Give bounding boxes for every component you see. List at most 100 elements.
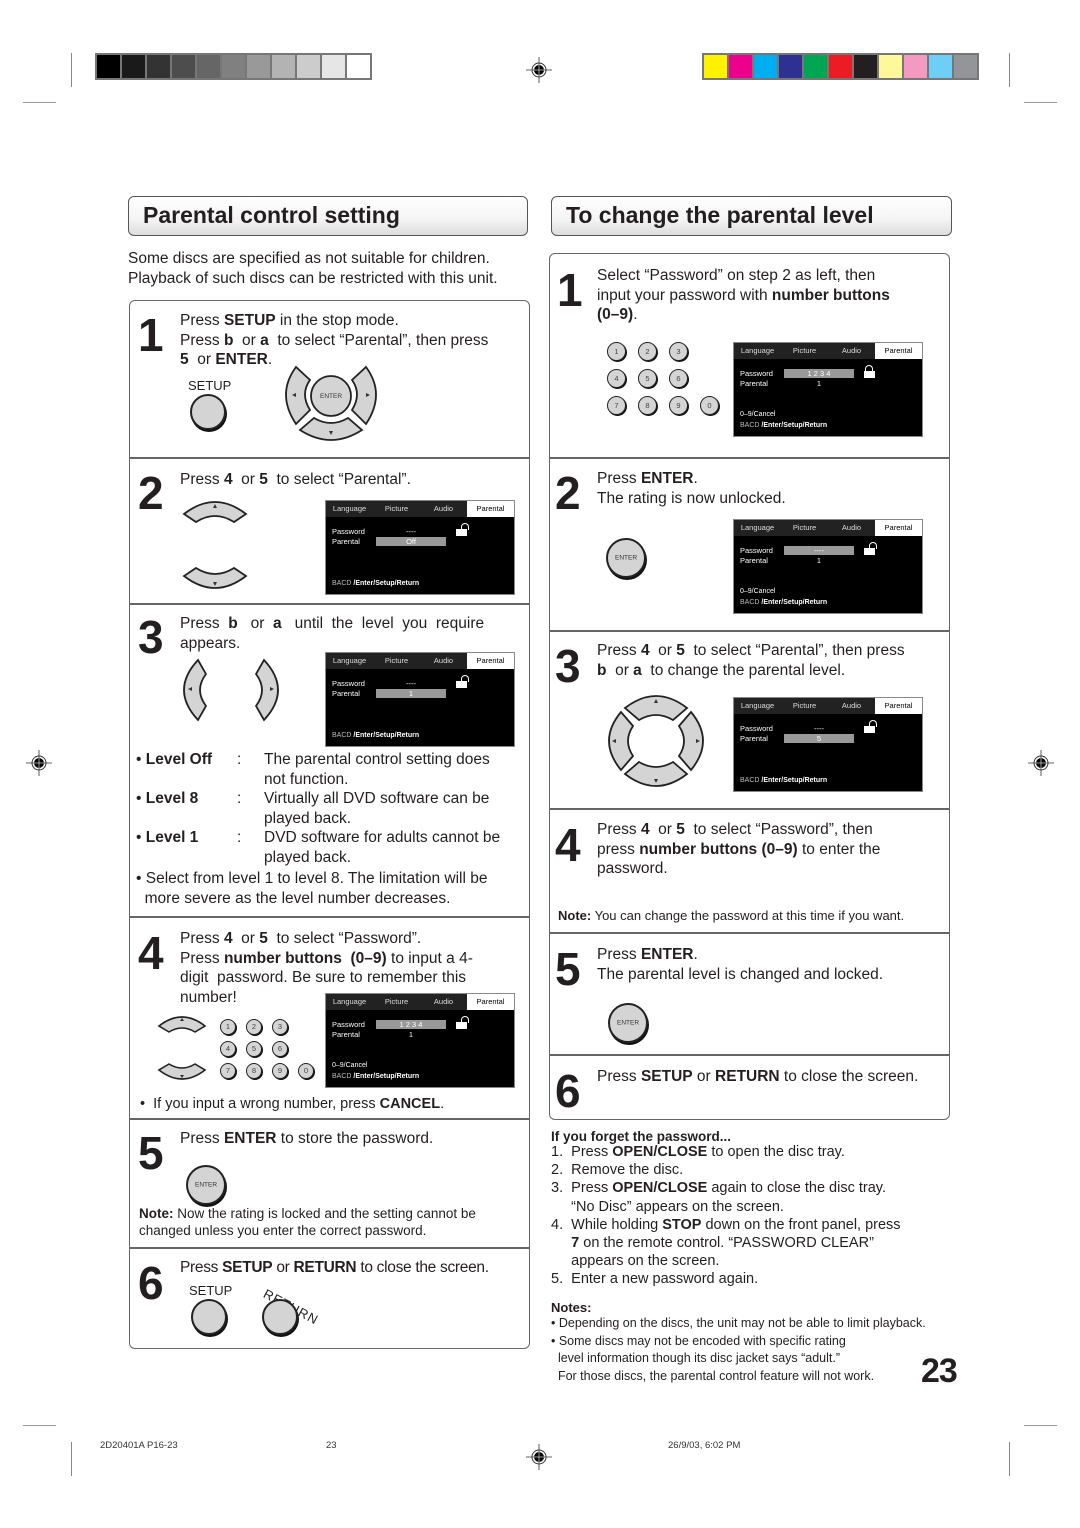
up-button[interactable] bbox=[180, 492, 250, 524]
number-button-9[interactable]: 9 bbox=[272, 1063, 288, 1079]
crop-mark bbox=[23, 102, 56, 103]
color-swatch bbox=[322, 55, 345, 78]
lock-closed-icon bbox=[864, 365, 875, 378]
setup-button[interactable] bbox=[191, 1299, 227, 1335]
osd-tab-parental: Parental bbox=[875, 343, 922, 359]
number-button-5[interactable]: 5 bbox=[638, 369, 657, 388]
color-swatch bbox=[247, 55, 270, 78]
dpad-down-button bbox=[298, 416, 364, 441]
level-desc: Virtually all DVD software can be played … bbox=[264, 790, 490, 827]
number-button-2[interactable]: 2 bbox=[638, 342, 657, 361]
forget-step: appears on the screen. bbox=[551, 1253, 720, 1270]
osd-tab-language: Language bbox=[332, 656, 367, 665]
number-button-0[interactable]: 0 bbox=[700, 396, 719, 415]
section-header-parental-control: Parental control setting bbox=[128, 196, 528, 236]
up-button[interactable] bbox=[157, 1010, 207, 1034]
cancel-note: • If you input a wrong number, press CAN… bbox=[140, 1096, 445, 1112]
registration-mark-icon bbox=[526, 1444, 552, 1470]
lock-open-icon bbox=[456, 1016, 469, 1029]
color-swatch bbox=[347, 55, 370, 78]
color-swatch bbox=[172, 55, 195, 78]
step-1-instructions: Press SETUP in the stop mode. Press b or … bbox=[180, 312, 489, 368]
osd-password-label: Password bbox=[740, 724, 773, 733]
osd-parental-value: 5 bbox=[784, 734, 854, 743]
osd-tab-picture: Picture bbox=[792, 701, 817, 710]
number-button-3[interactable]: 3 bbox=[669, 342, 688, 361]
osd-footer-nav: BACD /Enter/Setup/Return bbox=[740, 777, 828, 784]
osd-password-label: Password bbox=[332, 527, 365, 536]
crop-mark bbox=[1024, 102, 1057, 103]
number-button-8[interactable]: 8 bbox=[246, 1063, 262, 1079]
number-button-1[interactable]: 1 bbox=[607, 342, 626, 361]
osd-tab-parental: Parental bbox=[875, 698, 922, 714]
enter-button[interactable]: ENTER bbox=[608, 1003, 648, 1043]
dpad[interactable] bbox=[603, 690, 709, 792]
intro-text: Some discs are specified as not suitable… bbox=[128, 249, 498, 289]
number-button-4[interactable]: 4 bbox=[607, 369, 626, 388]
number-button-7[interactable]: 7 bbox=[607, 396, 626, 415]
number-button-6[interactable]: 6 bbox=[272, 1041, 288, 1057]
osd-footer-keys: 0–9/Cancel bbox=[332, 1062, 368, 1069]
number-button-4[interactable]: 4 bbox=[220, 1041, 236, 1057]
divider bbox=[129, 916, 530, 918]
down-button[interactable] bbox=[157, 1062, 207, 1086]
registration-mark-icon bbox=[26, 750, 52, 776]
color-calibration-bar bbox=[702, 53, 979, 80]
number-button-8[interactable]: 8 bbox=[638, 396, 657, 415]
footer-page: 23 bbox=[326, 1440, 337, 1451]
level-desc: The parental control setting does not fun… bbox=[264, 751, 490, 788]
color-swatch bbox=[297, 55, 320, 78]
divider bbox=[549, 932, 950, 934]
number-button-3[interactable]: 3 bbox=[272, 1019, 288, 1035]
step-2-instructions: Press ENTER. The rating is now unlocked. bbox=[597, 470, 786, 507]
lock-open-icon bbox=[456, 523, 469, 536]
osd-tab-audio: Audio bbox=[841, 523, 862, 532]
osd-parental-value: 1 bbox=[376, 689, 446, 698]
number-button-6[interactable]: 6 bbox=[669, 369, 688, 388]
enter-button[interactable]: ENTER bbox=[186, 1165, 226, 1205]
osd-screen-parental: Language Picture Audio Parental Password Pare… bbox=[733, 342, 923, 437]
step-number: 1 bbox=[557, 264, 583, 316]
number-button-2[interactable]: 2 bbox=[246, 1019, 262, 1035]
osd-tab-parental: Parental bbox=[467, 653, 514, 669]
down-button[interactable] bbox=[180, 566, 250, 598]
divider bbox=[129, 1118, 530, 1120]
osd-tab-picture: Picture bbox=[384, 997, 409, 1006]
color-swatch bbox=[197, 55, 220, 78]
intro-line: Some discs are specified as not suitable… bbox=[128, 250, 490, 267]
osd-parental-label: Parental bbox=[332, 689, 360, 698]
osd-tab-parental: Parental bbox=[875, 520, 922, 536]
right-button[interactable] bbox=[252, 658, 286, 722]
osd-tab-picture: Picture bbox=[384, 656, 409, 665]
color-swatch bbox=[804, 55, 827, 78]
step-3-instructions: Press 4 or 5 to select “Parental”, then … bbox=[597, 642, 905, 679]
dpad-right-button bbox=[350, 365, 377, 426]
osd-parental-label: Parental bbox=[740, 379, 768, 388]
forget-step: 2. Remove the disc. bbox=[551, 1162, 684, 1179]
setup-button[interactable] bbox=[190, 394, 226, 430]
color-swatch bbox=[122, 55, 145, 78]
number-button-0[interactable]: 0 bbox=[298, 1063, 314, 1079]
step-1-instructions: Select “Password” on step 2 as left, the… bbox=[597, 267, 890, 323]
left-button[interactable] bbox=[176, 658, 210, 722]
dpad-left-right-enter[interactable]: ENTER bbox=[276, 362, 386, 447]
step-number: 5 bbox=[555, 943, 581, 995]
number-button-9[interactable]: 9 bbox=[669, 396, 688, 415]
step-number: 2 bbox=[555, 467, 581, 519]
intro-line: Playback of such discs can be restricted… bbox=[128, 270, 498, 287]
color-swatch bbox=[879, 55, 902, 78]
return-button[interactable] bbox=[262, 1299, 298, 1335]
number-button-1[interactable]: 1 bbox=[220, 1019, 236, 1035]
osd-footer-nav: BACD /Enter/Setup/Return bbox=[740, 422, 828, 429]
enter-button[interactable]: ENTER bbox=[606, 538, 646, 578]
note-item: • Some discs may not be encoded with spe… bbox=[551, 1333, 846, 1348]
color-swatch bbox=[929, 55, 952, 78]
lock-open-icon bbox=[864, 542, 877, 555]
number-button-7[interactable]: 7 bbox=[220, 1063, 236, 1079]
osd-footer-keys: 0–9/Cancel bbox=[740, 411, 776, 418]
color-swatch bbox=[729, 55, 752, 78]
footer-doc-code: 2D20401A P16-23 bbox=[100, 1440, 178, 1451]
forget-step: 7 on the remote control. “PASSWORD CLEAR… bbox=[571, 1235, 874, 1252]
number-button-5[interactable]: 5 bbox=[246, 1041, 262, 1057]
osd-parental-value: 1 bbox=[816, 556, 822, 565]
